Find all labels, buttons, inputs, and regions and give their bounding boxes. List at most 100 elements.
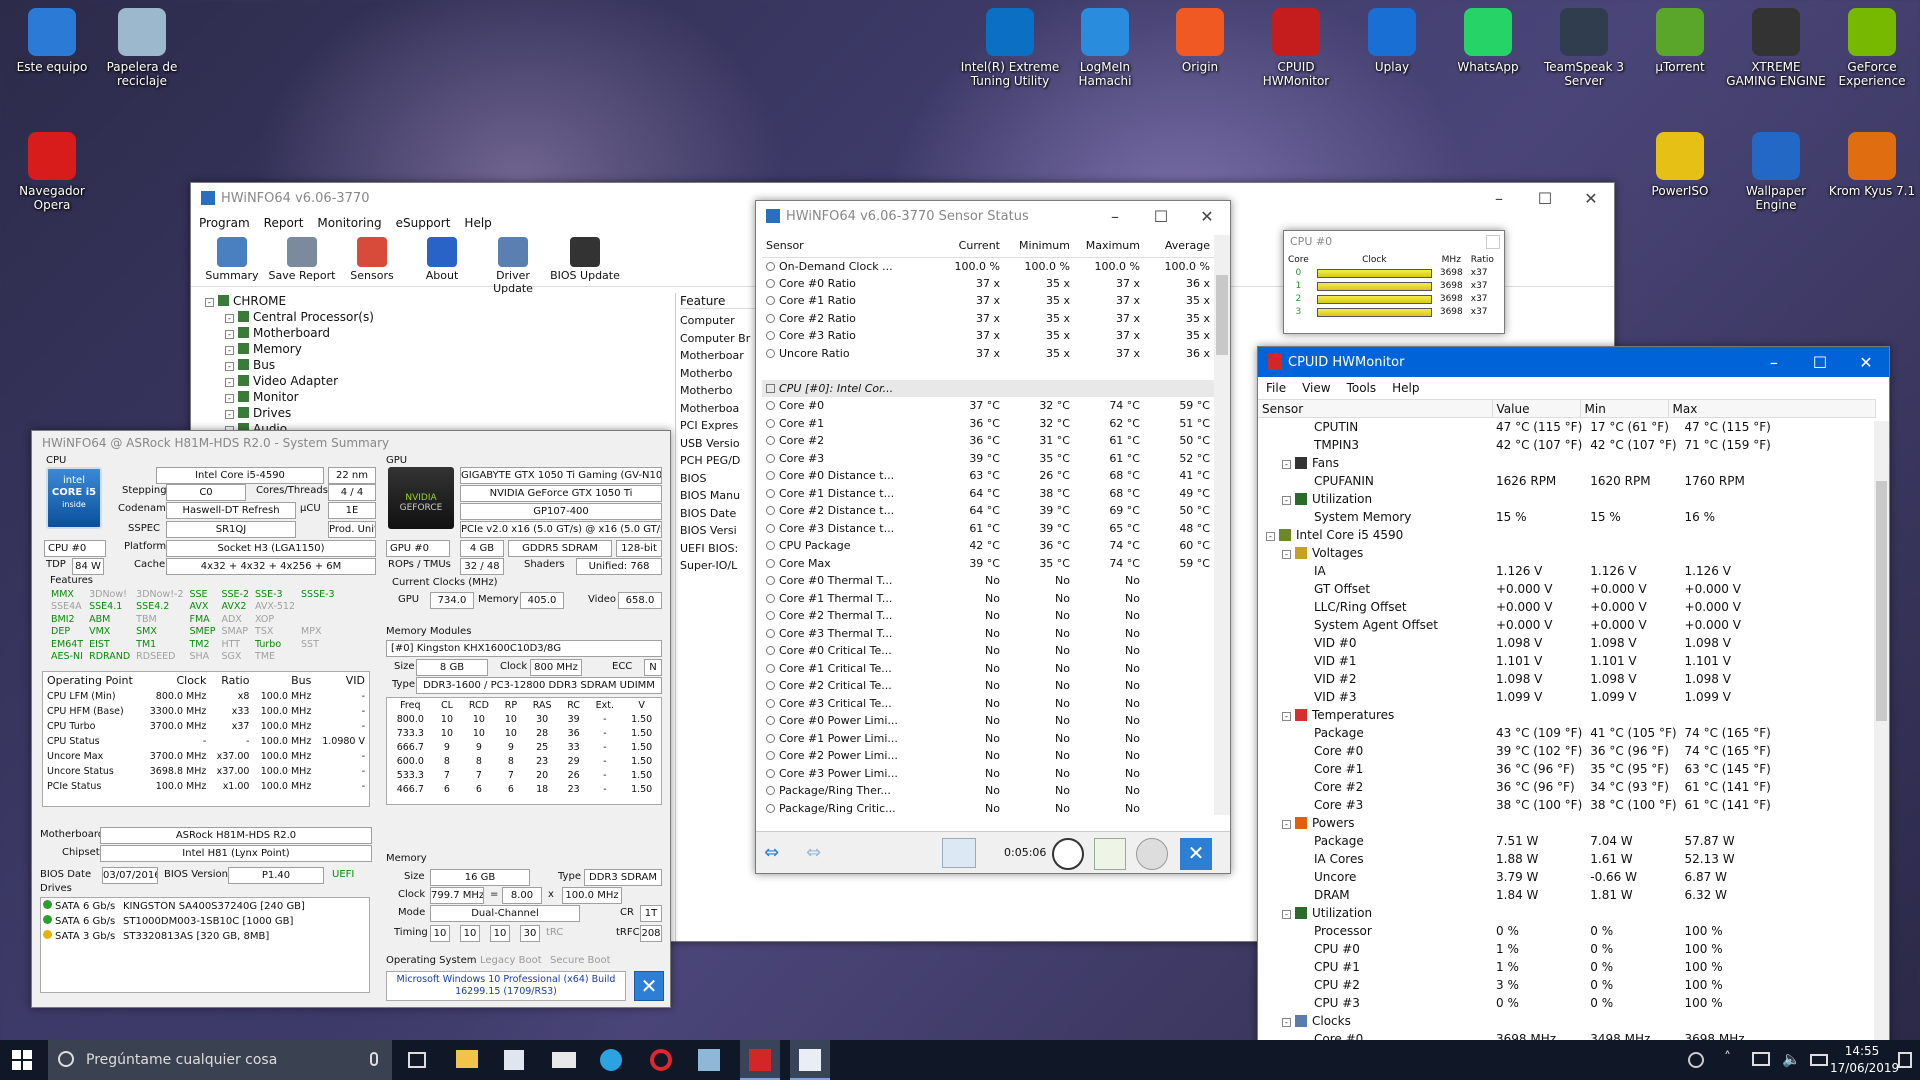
hw-group-row[interactable]: - Fans bbox=[1258, 454, 1876, 472]
sensor-row[interactable]: Core #1 Distance t... 64 °C 38 °C 68 °C 49 °… bbox=[762, 485, 1214, 503]
hw-column-header[interactable]: Sensor bbox=[1258, 399, 1493, 418]
hw-sensor-row[interactable]: VID #1 1.101 V 1.101 V 1.101 V bbox=[1258, 652, 1876, 670]
hw-sensor-row[interactable]: GT Offset +0.000 V +0.000 V +0.000 V bbox=[1258, 580, 1876, 598]
report-icon[interactable] bbox=[1094, 838, 1126, 870]
hw-sensor-row[interactable]: CPU #2 3 % 0 % 100 % bbox=[1258, 976, 1876, 994]
desktop-icon[interactable]: WhatsApp bbox=[1438, 8, 1538, 74]
sensor-row[interactable]: Core #2 Power Limi... No No No bbox=[762, 747, 1214, 765]
close-button[interactable]: ✕ bbox=[1184, 207, 1230, 226]
toolbar-button[interactable]: Save Report bbox=[267, 233, 337, 286]
toolbar-button[interactable]: Summary bbox=[197, 233, 267, 286]
collapse-icon[interactable]: - bbox=[1282, 712, 1291, 721]
desktop-icon[interactable]: Papelera de reciclaje bbox=[92, 8, 192, 88]
people-icon[interactable] bbox=[1688, 1052, 1704, 1068]
hw-sensor-row[interactable]: IA 1.126 V 1.126 V 1.126 V bbox=[1258, 562, 1876, 580]
sensor-row[interactable]: Core #3 Power Limi... No No No bbox=[762, 765, 1214, 783]
hw-group-row[interactable]: - Temperatures bbox=[1258, 706, 1876, 724]
menu-item[interactable]: Report bbox=[264, 216, 304, 230]
toolbar-button[interactable]: BIOS Update bbox=[549, 233, 621, 286]
sensor-row[interactable]: Core Max 39 °C 35 °C 74 °C 59 °C bbox=[762, 555, 1214, 573]
sensor-column-header[interactable]: Maximum bbox=[1074, 235, 1144, 258]
minimize-button[interactable]: – bbox=[1751, 353, 1797, 372]
hw-sensor-row[interactable]: System Agent Offset +0.000 V +0.000 V +0.00… bbox=[1258, 616, 1876, 634]
desktop-icon[interactable]: Intel(R) Extreme Tuning Utility bbox=[960, 8, 1060, 88]
desktop-icon[interactable]: µTorrent bbox=[1630, 8, 1730, 74]
close-sensors-icon[interactable]: ✕ bbox=[1180, 838, 1212, 870]
menu-item[interactable]: Help bbox=[1392, 381, 1419, 395]
sensor-row[interactable]: Core #2 Distance t... 64 °C 39 °C 69 °C 50 °… bbox=[762, 502, 1214, 520]
tree-node[interactable]: - CHROME bbox=[205, 293, 657, 309]
menu-item[interactable]: Monitoring bbox=[317, 216, 381, 230]
hw-sensor-row[interactable]: Core #3 38 °C (100 °F) 38 °C (100 °F) 61 °C… bbox=[1258, 796, 1876, 814]
expand-icon[interactable]: - bbox=[225, 346, 234, 355]
hw-sensor-row[interactable]: CPU #3 0 % 0 % 100 % bbox=[1258, 994, 1876, 1012]
toolbar-button[interactable]: Driver Update bbox=[477, 233, 549, 295]
arrows-icon[interactable]: ⇔ bbox=[764, 842, 798, 864]
desktop-icon[interactable]: Krom Kyus 7.1 bbox=[1822, 132, 1920, 198]
desktop-icon[interactable]: XTREME GAMING ENGINE bbox=[1726, 8, 1826, 88]
desktop-icon[interactable]: TeamSpeak 3 Server bbox=[1534, 8, 1634, 88]
sensor-column-header[interactable]: Sensor bbox=[762, 235, 934, 258]
hw-sensor-row[interactable]: DRAM 1.84 W 1.81 W 6.32 W bbox=[1258, 886, 1876, 904]
desktop-icon[interactable]: Este equipo bbox=[2, 8, 102, 74]
task-view-icon[interactable] bbox=[408, 1052, 426, 1068]
hwmonitor-scrollbar[interactable] bbox=[1874, 421, 1889, 1079]
sensor-row[interactable]: Core #3 39 °C 35 °C 61 °C 52 °C bbox=[762, 450, 1214, 468]
expand-icon[interactable]: - bbox=[225, 378, 234, 387]
sensor-row[interactable]: Package/Ring Ther... No No No bbox=[762, 782, 1214, 800]
collapse-icon[interactable]: - bbox=[1282, 820, 1291, 829]
sensor-row[interactable]: Core #1 36 °C 32 °C 62 °C 51 °C bbox=[762, 415, 1214, 433]
expand-icon[interactable]: - bbox=[225, 314, 234, 323]
tree-node[interactable]: - Memory bbox=[205, 341, 657, 357]
clock-area[interactable]: 14:55 17/06/2019 bbox=[1830, 1043, 1899, 1077]
desktop-icon[interactable]: Navegador Opera bbox=[2, 132, 102, 212]
desktop-icon[interactable]: Wallpaper Engine bbox=[1726, 132, 1826, 212]
hw-sensor-row[interactable]: VID #3 1.099 V 1.099 V 1.099 V bbox=[1258, 688, 1876, 706]
summary-titlebar[interactable]: HWiNFO64 @ ASRock H81M-HDS R2.0 - System… bbox=[32, 431, 670, 455]
sensor-row[interactable]: Core #0 Ratio 37 x 35 x 37 x 36 x bbox=[762, 275, 1214, 293]
sensor-group-header[interactable]: CPU [#0]: Intel Cor... bbox=[762, 379, 1214, 397]
memory-module-select[interactable]: [#0] Kingston KHX1600C10D3/8G bbox=[386, 640, 662, 657]
close-summary-button[interactable]: ✕ bbox=[634, 971, 664, 1001]
cpu0-titlebar[interactable]: CPU #0 bbox=[1284, 231, 1504, 253]
hw-sensor-row[interactable]: Uncore 3.79 W -0.66 W 6.87 W bbox=[1258, 868, 1876, 886]
hw-group-row[interactable]: - Clocks bbox=[1258, 1012, 1876, 1030]
sensor-row[interactable]: Core #1 Ratio 37 x 35 x 37 x 35 x bbox=[762, 292, 1214, 310]
sensor-row[interactable]: Core #2 Ratio 37 x 35 x 37 x 35 x bbox=[762, 310, 1214, 328]
expand-icon[interactable]: - bbox=[225, 330, 234, 339]
store-icon[interactable] bbox=[504, 1050, 524, 1070]
hw-group-row[interactable]: - Powers bbox=[1258, 814, 1876, 832]
menu-item[interactable]: File bbox=[1266, 381, 1286, 395]
hw-column-header[interactable]: Max bbox=[1668, 399, 1876, 418]
sensor-column-header[interactable]: Average bbox=[1144, 235, 1214, 258]
hwmonitor-taskbar-icon[interactable] bbox=[740, 1040, 780, 1080]
minimize-button[interactable]: – bbox=[1476, 189, 1522, 208]
hw-sensor-row[interactable]: LLC/Ring Offset +0.000 V +0.000 V +0.000 V bbox=[1258, 598, 1876, 616]
hw-sensor-row[interactable]: Core #1 36 °C (96 °F) 35 °C (95 °F) 63 °C (… bbox=[1258, 760, 1876, 778]
maximize-button[interactable]: ☐ bbox=[1797, 353, 1843, 372]
arrows-disabled-icon[interactable]: ⇔ bbox=[806, 842, 840, 864]
desktop-icon[interactable]: LogMeIn Hamachi bbox=[1055, 8, 1155, 88]
sensor-column-header[interactable]: Current bbox=[934, 235, 1004, 258]
sensor-row[interactable]: Core #1 Thermal T... No No No bbox=[762, 590, 1214, 608]
menu-item[interactable]: eSupport bbox=[396, 216, 451, 230]
sensor-titlebar[interactable]: HWiNFO64 v6.06-3770 Sensor Status – ☐ ✕ bbox=[756, 201, 1230, 231]
collapse-icon[interactable]: - bbox=[1266, 532, 1275, 541]
desktop-icon[interactable]: Origin bbox=[1150, 8, 1250, 74]
cpu-selector[interactable]: CPU #0 bbox=[44, 540, 106, 557]
clock-icon[interactable] bbox=[1052, 838, 1084, 870]
hw-sensor-row[interactable]: System Memory 15 % 15 % 16 % bbox=[1258, 508, 1876, 526]
collapse-icon[interactable]: - bbox=[1282, 460, 1291, 469]
hw-sensor-row[interactable]: TMPIN3 42 °C (107 °F) 42 °C (107 °F) 71 °C … bbox=[1258, 436, 1876, 454]
mail-icon[interactable] bbox=[552, 1052, 576, 1068]
sensor-row[interactable]: Uncore Ratio 37 x 35 x 37 x 36 x bbox=[762, 345, 1214, 363]
sensor-row[interactable]: Core #2 Critical Te... No No No bbox=[762, 677, 1214, 695]
minimize-button[interactable]: – bbox=[1092, 207, 1138, 226]
hw-group-row[interactable]: - Voltages bbox=[1258, 544, 1876, 562]
collapse-icon[interactable]: - bbox=[1282, 910, 1291, 919]
search-box[interactable]: Pregúntame cualquier cosa bbox=[48, 1040, 392, 1080]
tray-chevron-icon[interactable]: ˄ bbox=[1724, 1050, 1731, 1066]
tree-node[interactable]: - Bus bbox=[205, 357, 657, 373]
hw-group-row[interactable]: - Utilization bbox=[1258, 904, 1876, 922]
hw-column-header[interactable]: Min bbox=[1580, 399, 1669, 418]
